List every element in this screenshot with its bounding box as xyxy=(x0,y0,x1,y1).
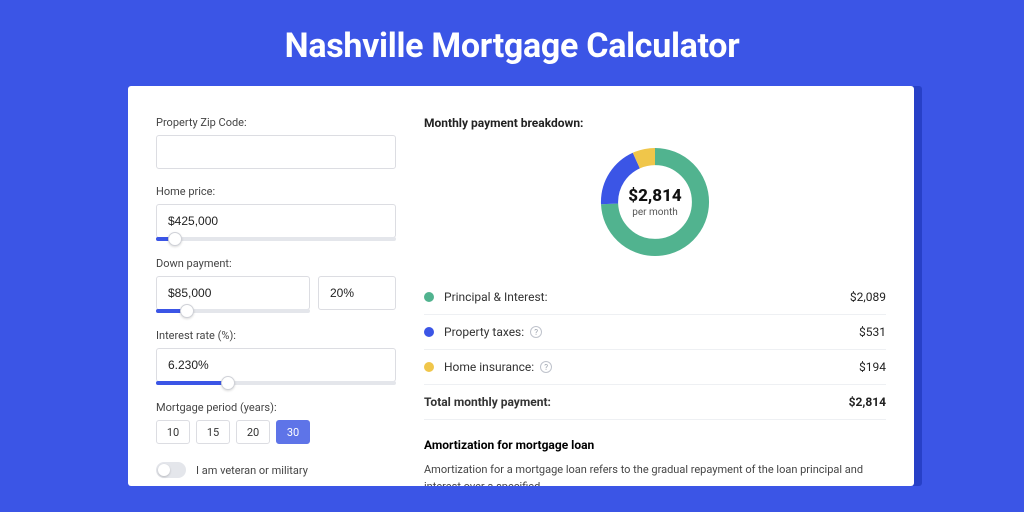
dot-icon xyxy=(424,292,434,302)
period-option-10[interactable]: 10 xyxy=(156,420,190,444)
donut-chart: $2,814 per month xyxy=(424,142,886,262)
legend-value: $194 xyxy=(859,360,886,374)
breakdown-title: Monthly payment breakdown: xyxy=(424,116,886,130)
total-value: $2,814 xyxy=(849,395,886,409)
down-label: Down payment: xyxy=(156,257,396,270)
field-down-payment: Down payment: xyxy=(156,257,396,313)
page-title: Nashville Mortgage Calculator xyxy=(0,0,1024,86)
zip-input[interactable] xyxy=(156,135,396,169)
field-zip: Property Zip Code: xyxy=(156,116,396,169)
down-slider-thumb[interactable] xyxy=(180,304,194,318)
period-option-15[interactable]: 15 xyxy=(196,420,230,444)
field-home-price: Home price: xyxy=(156,185,396,241)
legend-row-tax: Property taxes: ? $531 xyxy=(424,315,886,350)
form-panel: Property Zip Code: Home price: Down paym… xyxy=(156,116,396,486)
dot-icon xyxy=(424,327,434,337)
zip-label: Property Zip Code: xyxy=(156,116,396,129)
price-input[interactable] xyxy=(156,204,396,238)
rate-slider[interactable] xyxy=(156,381,396,385)
price-slider-thumb[interactable] xyxy=(168,232,182,246)
down-slider[interactable] xyxy=(156,309,310,313)
veteran-label: I am veteran or military xyxy=(196,464,308,477)
donut-sublabel: per month xyxy=(632,207,678,218)
period-option-20[interactable]: 20 xyxy=(236,420,270,444)
legend-label: Principal & Interest: xyxy=(444,290,548,304)
legend-row-pi: Principal & Interest: $2,089 xyxy=(424,280,886,315)
info-icon[interactable]: ? xyxy=(540,361,552,373)
legend-value: $2,089 xyxy=(850,290,886,304)
rate-label: Interest rate (%): xyxy=(156,329,396,342)
legend-row-total: Total monthly payment: $2,814 xyxy=(424,385,886,420)
down-amount-input[interactable] xyxy=(156,276,310,310)
field-period: Mortgage period (years): 10 15 20 30 xyxy=(156,401,396,444)
amortization-title: Amortization for mortgage loan xyxy=(424,438,886,452)
price-slider[interactable] xyxy=(156,237,396,241)
down-percent-input[interactable] xyxy=(318,276,396,310)
legend: Principal & Interest: $2,089 Property ta… xyxy=(424,280,886,420)
legend-label: Home insurance: xyxy=(444,360,534,374)
field-interest-rate: Interest rate (%): xyxy=(156,329,396,385)
rate-slider-thumb[interactable] xyxy=(221,376,235,390)
legend-label: Property taxes: xyxy=(444,325,524,339)
donut-value: $2,814 xyxy=(628,186,681,206)
veteran-toggle[interactable] xyxy=(156,462,186,478)
info-icon[interactable]: ? xyxy=(530,326,542,338)
amortization-text: Amortization for a mortgage loan refers … xyxy=(424,462,886,486)
calculator-card: Property Zip Code: Home price: Down paym… xyxy=(128,86,914,486)
legend-value: $531 xyxy=(859,325,886,339)
breakdown-panel: Monthly payment breakdown: $2,814 per mo… xyxy=(424,116,886,486)
period-label: Mortgage period (years): xyxy=(156,401,396,414)
legend-row-ins: Home insurance: ? $194 xyxy=(424,350,886,385)
total-label: Total monthly payment: xyxy=(424,395,551,409)
dot-icon xyxy=(424,362,434,372)
period-options: 10 15 20 30 xyxy=(156,420,396,444)
donut-center: $2,814 per month xyxy=(595,142,715,262)
price-label: Home price: xyxy=(156,185,396,198)
rate-input[interactable] xyxy=(156,348,396,382)
veteran-row: I am veteran or military xyxy=(156,462,396,478)
period-option-30[interactable]: 30 xyxy=(276,420,310,444)
amortization-section: Amortization for mortgage loan Amortizat… xyxy=(424,438,886,486)
